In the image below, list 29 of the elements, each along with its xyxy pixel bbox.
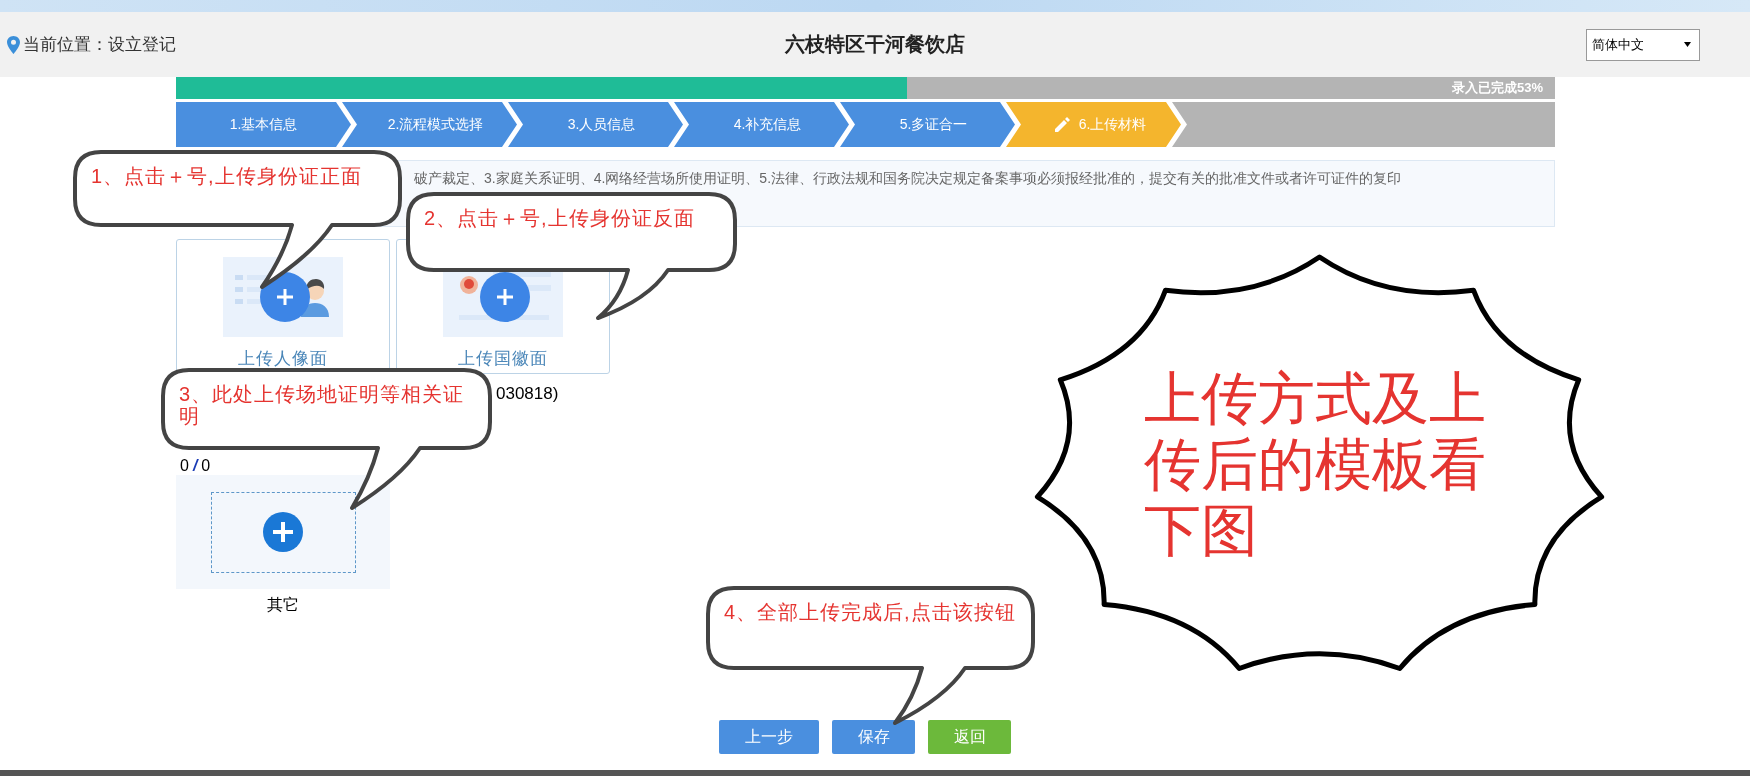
step-tab[interactable]: 6.上传材料 — [1006, 102, 1181, 147]
upload-card-label: 上传国徽面 — [458, 348, 548, 370]
step-tab[interactable]: 4.补充信息 — [674, 102, 849, 147]
note-text: 030818) — [496, 383, 560, 405]
upload-label: 其它 — [266, 595, 300, 615]
callout-text: 4、全部上传完成后,点击该按钮 — [724, 601, 1017, 624]
action-button[interactable]: 保存 — [832, 720, 915, 754]
progress-label: 录入已完成53% — [1451, 79, 1543, 97]
callout-text: 2、点击＋号,上传身份证反面 — [424, 207, 696, 230]
language-select[interactable]: 简体中文 — [1586, 28, 1700, 61]
count-separator: / — [192, 457, 198, 475]
location-pin-icon — [7, 35, 20, 54]
action-button[interactable]: 上一步 — [719, 720, 819, 754]
callout-text: 上传方式及上传后的模板看下图 — [1144, 365, 1487, 563]
upload-count: 0 — [180, 457, 189, 475]
pencil-icon — [1052, 115, 1071, 134]
upload-card-label: 上传人像面 — [238, 348, 328, 370]
dropdown-arrow-icon — [1684, 42, 1691, 47]
action-button[interactable]: 返回 — [928, 720, 1011, 754]
page-title: 六枝特区干河餐饮店 — [785, 33, 965, 55]
step-tab[interactable]: 5.多证合一 — [840, 102, 1015, 147]
add-icon — [263, 512, 303, 552]
upload-dropzone[interactable] — [210, 491, 356, 573]
step-tab[interactable]: 3.人员信息 — [508, 102, 683, 147]
upload-total: 0 — [201, 457, 211, 475]
location-breadcrumb: 当前位置：设立登记 — [23, 34, 176, 56]
callout-text: 3、此处上传场地证明等相关证明 — [179, 383, 466, 428]
step-tab[interactable]: 2.流程模式选择 — [342, 102, 517, 147]
step-tab[interactable]: 1.基本信息 — [176, 102, 351, 147]
